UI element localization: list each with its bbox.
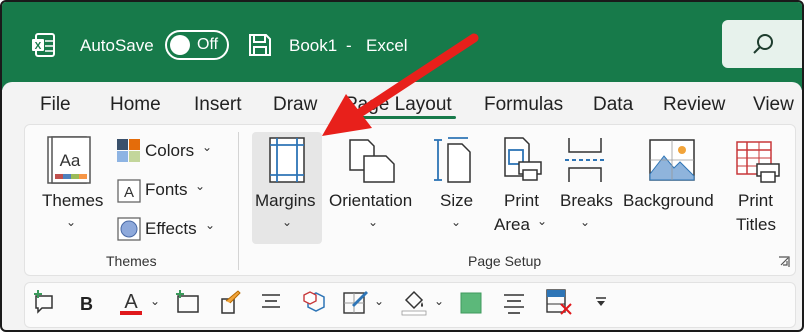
page-setup-group-label: Page Setup bbox=[468, 253, 542, 269]
effects-chevron-down-icon[interactable]: ⌄ bbox=[205, 218, 215, 232]
svg-text:X: X bbox=[35, 41, 42, 52]
align-center-icon[interactable] bbox=[260, 292, 282, 312]
dialog-launcher-icon[interactable] bbox=[778, 256, 790, 268]
breaks-icon[interactable] bbox=[565, 136, 605, 184]
svg-text:A: A bbox=[124, 184, 134, 201]
new-comment-icon[interactable] bbox=[32, 290, 56, 314]
colors-chevron-down-icon[interactable]: ⌄ bbox=[202, 140, 212, 154]
customize-toolbar-chevron-icon[interactable] bbox=[594, 296, 608, 308]
green-fill-swatch-icon[interactable] bbox=[460, 292, 482, 314]
themes-group-label: Themes bbox=[106, 253, 157, 269]
tab-formulas[interactable]: Formulas bbox=[484, 94, 563, 116]
autosave-toggle[interactable]: Off bbox=[165, 30, 229, 60]
tab-file[interactable]: File bbox=[40, 94, 71, 116]
themes-button-label[interactable]: Themes bbox=[42, 191, 103, 211]
format-painter-icon[interactable] bbox=[218, 289, 242, 315]
new-sheet-icon[interactable] bbox=[174, 290, 200, 314]
colors-icon bbox=[117, 139, 141, 163]
margins-icon[interactable] bbox=[267, 136, 307, 184]
colors-button-label[interactable]: Colors bbox=[145, 141, 194, 161]
breaks-chevron-down-icon[interactable]: ⌄ bbox=[580, 215, 590, 229]
autosave-label: AutoSave bbox=[80, 36, 154, 55]
size-button-label[interactable]: Size bbox=[440, 191, 473, 211]
print-titles-label-line1[interactable]: Print bbox=[738, 191, 773, 211]
print-area-label-line2[interactable]: Area bbox=[494, 215, 530, 235]
fonts-icon: A bbox=[117, 179, 141, 203]
margins-chevron-down-icon[interactable]: ⌄ bbox=[282, 215, 292, 229]
orientation-chevron-down-icon[interactable]: ⌄ bbox=[368, 215, 378, 229]
print-area-chevron-down-icon[interactable]: ⌄ bbox=[537, 214, 547, 228]
tab-home[interactable]: Home bbox=[110, 94, 161, 116]
search-icon bbox=[752, 32, 776, 56]
autosave-state: Off bbox=[197, 36, 219, 53]
orientation-button-label[interactable]: Orientation bbox=[329, 191, 412, 211]
excel-window: X AutoSave Off Book1 - Excel File Home I… bbox=[0, 0, 804, 332]
background-image-icon[interactable] bbox=[648, 138, 696, 182]
themes-icon[interactable]: Aa bbox=[47, 136, 91, 186]
tab-insert[interactable]: Insert bbox=[194, 94, 242, 116]
3d-object-icon[interactable] bbox=[302, 289, 328, 315]
borders-chevron-down-icon[interactable]: ⌄ bbox=[374, 294, 384, 308]
tab-data[interactable]: Data bbox=[593, 94, 633, 116]
bold-button[interactable]: B bbox=[80, 294, 93, 315]
effects-button-label[interactable]: Effects bbox=[145, 219, 197, 239]
tab-review[interactable]: Review bbox=[663, 94, 725, 116]
fill-color-icon[interactable] bbox=[400, 288, 428, 316]
themes-chevron-down-icon[interactable]: ⌄ bbox=[66, 215, 76, 229]
svg-text:A: A bbox=[124, 291, 138, 313]
annotation-arrow-icon bbox=[302, 32, 482, 152]
print-area-label-line1[interactable]: Print bbox=[504, 191, 539, 211]
print-titles-icon[interactable] bbox=[735, 136, 781, 184]
font-color-chevron-down-icon[interactable]: ⌄ bbox=[150, 294, 160, 308]
fonts-button-label[interactable]: Fonts bbox=[145, 180, 188, 200]
svg-text:Aa: Aa bbox=[60, 151, 81, 170]
fill-color-chevron-down-icon[interactable]: ⌄ bbox=[434, 294, 444, 308]
font-color-icon[interactable]: A bbox=[118, 288, 144, 316]
excel-logo-icon: X bbox=[30, 32, 56, 58]
toggle-knob bbox=[170, 35, 190, 55]
tab-view[interactable]: View bbox=[753, 94, 794, 116]
group-separator bbox=[238, 132, 239, 270]
size-chevron-down-icon[interactable]: ⌄ bbox=[451, 215, 461, 229]
delete-table-icon[interactable] bbox=[545, 288, 573, 316]
save-icon[interactable] bbox=[247, 32, 273, 58]
effects-icon bbox=[117, 217, 141, 241]
print-area-icon[interactable] bbox=[499, 136, 543, 184]
breaks-button-label[interactable]: Breaks bbox=[560, 191, 613, 211]
margins-button-label[interactable]: Margins bbox=[255, 191, 315, 211]
borders-icon[interactable] bbox=[342, 289, 370, 315]
background-button-label[interactable]: Background bbox=[623, 191, 714, 211]
print-titles-label-line2[interactable]: Titles bbox=[736, 215, 776, 235]
align-text-icon[interactable] bbox=[502, 292, 526, 314]
fonts-chevron-down-icon[interactable]: ⌄ bbox=[195, 179, 205, 193]
search-box[interactable] bbox=[722, 20, 802, 68]
